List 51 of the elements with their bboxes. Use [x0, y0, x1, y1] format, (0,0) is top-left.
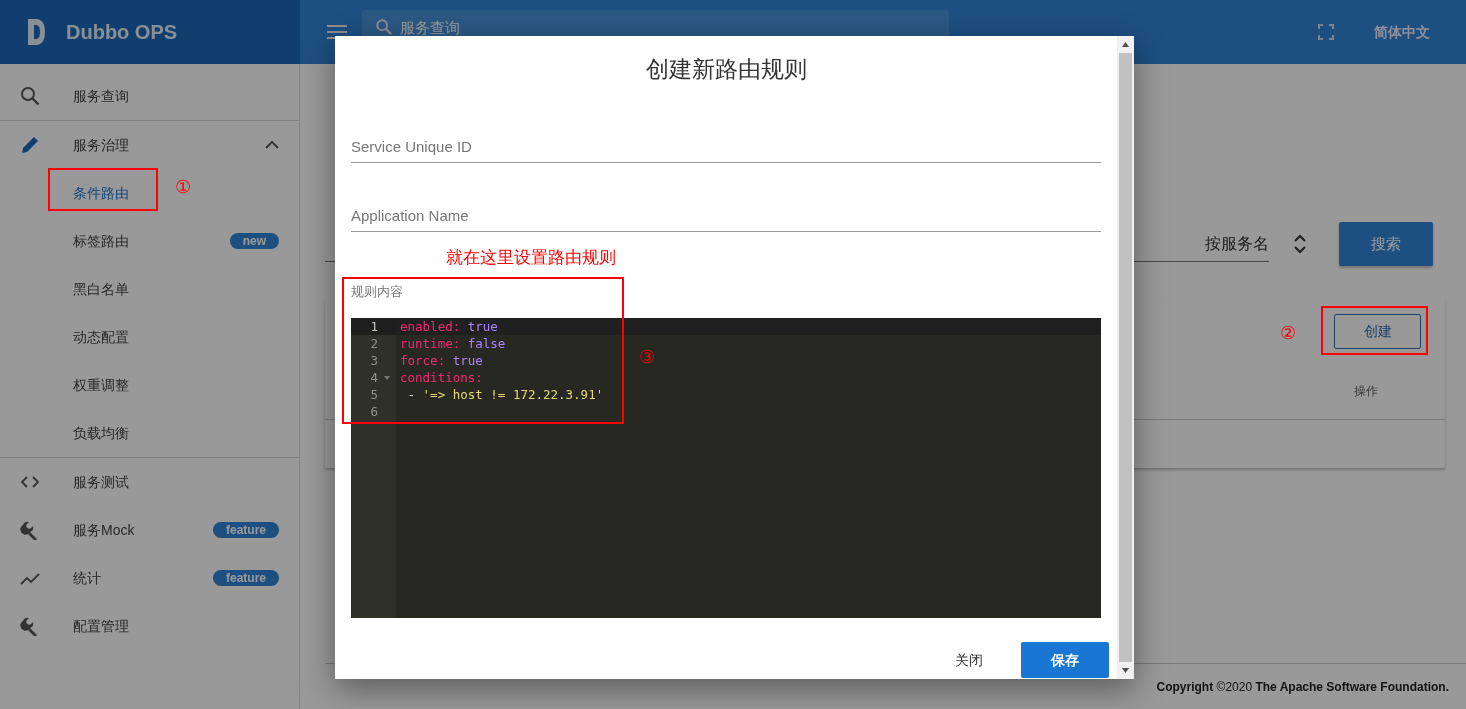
line-number: 3: [369, 352, 379, 369]
line-number: 1: [369, 318, 379, 335]
sidebar-item[interactable]: 动态配置: [73, 326, 129, 348]
code-line: enabled: true: [400, 319, 498, 334]
code-line: conditions:: [400, 370, 483, 385]
editor-label: 规则内容: [351, 284, 404, 300]
pencil-icon: [20, 135, 40, 155]
step-number: ②: [1280, 324, 1296, 342]
save-button[interactable]: 保存: [1021, 642, 1109, 678]
sidebar-item[interactable]: 服务查询: [73, 85, 129, 107]
sidebar-item[interactable]: 统计: [73, 567, 101, 589]
sidebar-item[interactable]: 权重调整: [73, 374, 129, 396]
wrench-icon: [20, 520, 40, 540]
scrollbar[interactable]: [1117, 36, 1134, 679]
code-line: runtime: false: [400, 336, 506, 351]
brand-name: Dubbo OPS: [66, 20, 178, 45]
line-number: 5: [369, 386, 379, 403]
code-line: - '=> host != 172.22.3.91': [406, 387, 604, 402]
line-number: 4: [369, 369, 379, 386]
search-button[interactable]: 搜索: [1339, 222, 1433, 266]
step-number: ③: [639, 348, 655, 366]
filter-select[interactable]: 按服务名: [1205, 231, 1269, 256]
search-icon: [20, 86, 40, 106]
sidebar-badge: feature: [213, 522, 279, 538]
sidebar-item[interactable]: 条件路由: [73, 182, 129, 204]
dialog-title: 创建新路由规则: [644, 55, 808, 84]
scrollbar-thumb[interactable]: [1119, 53, 1132, 662]
step-number: ①: [175, 178, 191, 196]
sidebar-badge: feature: [213, 570, 279, 586]
annotation-note: 就在这里设置路由规则: [446, 247, 616, 269]
sidebar-item[interactable]: 服务治理: [73, 134, 129, 156]
sidebar-badge: new: [229, 233, 279, 249]
search-field[interactable]: 服务查询: [400, 19, 460, 37]
sidebar-item[interactable]: 黑白名单: [73, 278, 129, 300]
sidebar-item[interactable]: 负载均衡: [73, 422, 129, 444]
search-icon: [376, 19, 392, 35]
wrench-icon: [20, 616, 40, 636]
fold-arrow-icon[interactable]: [384, 375, 390, 380]
line-number: 2: [369, 335, 379, 352]
logo-icon: [26, 18, 46, 46]
code-line: force: true: [400, 353, 483, 368]
sort-icon[interactable]: [1293, 234, 1307, 254]
line-number: 6: [369, 403, 379, 420]
copyright-text: Copyright ©2020 The Apache Software Foundation.: [1156, 678, 1449, 696]
create-button[interactable]: 创建: [1334, 314, 1421, 349]
sidebar-item[interactable]: 服务测试: [73, 471, 129, 493]
sidebar-item[interactable]: 配置管理: [73, 615, 129, 637]
close-button[interactable]: 关闭: [955, 649, 983, 671]
sidebar-item[interactable]: 标签路由: [73, 230, 129, 252]
column-header: 操作: [1354, 383, 1378, 400]
sidebar-item[interactable]: 服务Mock: [73, 519, 135, 541]
